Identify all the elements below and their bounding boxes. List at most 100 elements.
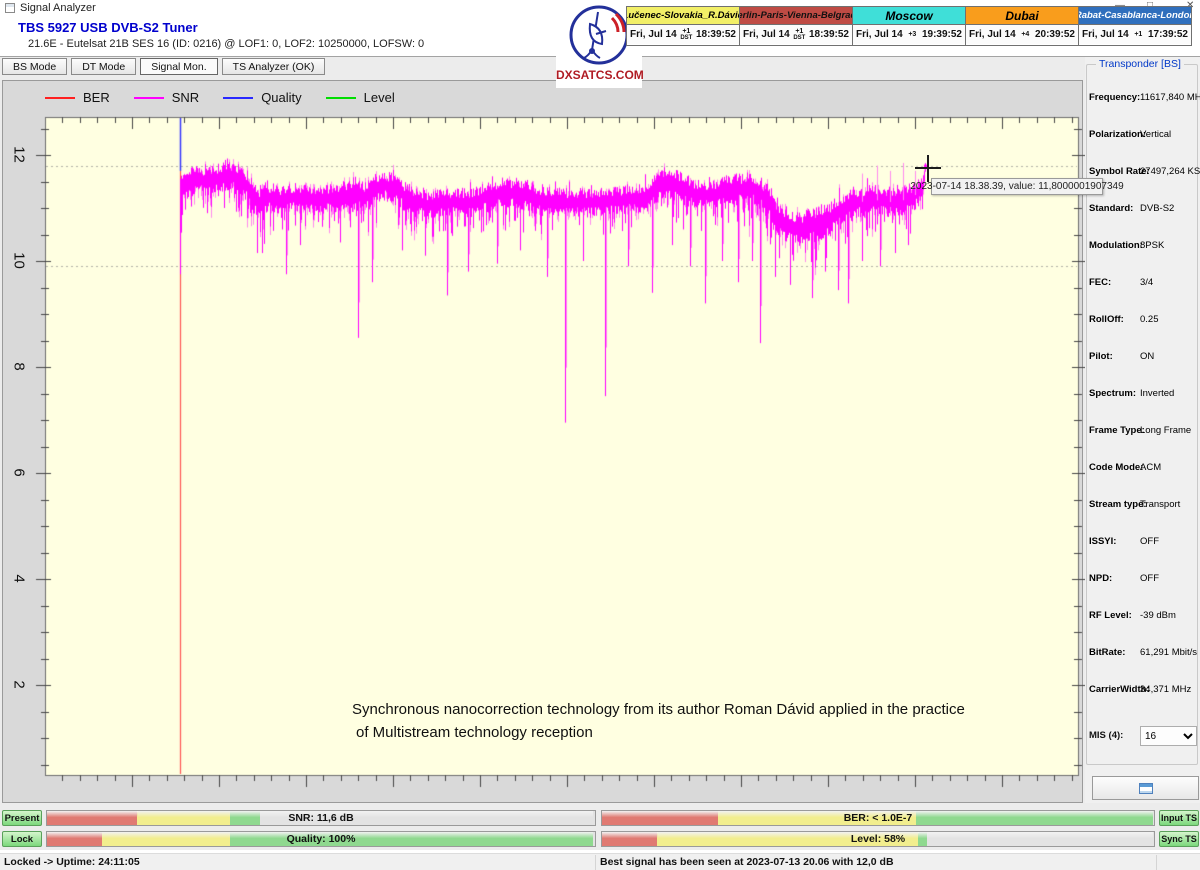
clock-city: Rabat-Casablanca-London — [1079, 7, 1191, 25]
legend-line-snr — [134, 97, 164, 99]
field-label: Modulation: — [1089, 240, 1143, 251]
device-subtitle: 21.6E - Eutelsat 21B SES 16 (ID: 0216) @… — [28, 38, 430, 50]
field-value: 8PSK — [1140, 240, 1164, 251]
clock-3: MoscowFri, Jul 14+319:39:52 — [852, 6, 966, 46]
legend-label: Level — [364, 90, 395, 105]
level-bar: Level: 58% — [601, 831, 1155, 847]
annotation-line-1: Synchronous nanocorrection technology fr… — [352, 698, 965, 721]
y-axis-label-8: 8 — [11, 356, 28, 378]
transponder-field-frame-type-: Frame Type:Long Frame — [1089, 425, 1193, 439]
clock-city: Lučenec-Slovakia_R.Dávid — [627, 7, 739, 25]
best-signal-status: Best signal has been seen at 2023-07-13 … — [600, 856, 894, 868]
y-axis-label-4: 4 — [11, 568, 28, 590]
present-button[interactable]: Present — [2, 810, 42, 826]
bar-value-text: Level: 58% — [602, 833, 1154, 845]
field-value: 34,371 MHz — [1140, 684, 1191, 695]
clock-offset: +3 — [903, 31, 922, 38]
field-value: -39 dBm — [1140, 610, 1176, 621]
legend-line-ber — [45, 97, 75, 99]
field-value: ACM — [1140, 462, 1161, 473]
uptime-status: Locked -> Uptime: 24:11:05 — [4, 856, 140, 868]
y-axis-label-2: 2 — [11, 674, 28, 696]
window-title: Signal Analyzer — [20, 2, 96, 14]
satellite-dish-icon — [568, 4, 630, 66]
sync-ts-button[interactable]: Sync TS — [1159, 831, 1199, 847]
clock-date: Fri, Jul 14 — [743, 29, 790, 40]
transponder-field-symbol-rate-: Symbol Rate:27497,264 KS/s — [1089, 166, 1193, 180]
transponder-field-frequency-: Frequency:11617,840 MHz — [1089, 92, 1193, 106]
snr-trend-chart[interactable] — [33, 105, 1085, 795]
field-value: OFF — [1140, 573, 1159, 584]
legend-item-ber: BER — [45, 90, 110, 105]
field-value: 61,291 Mbit/s — [1140, 647, 1197, 658]
legend-label: BER — [83, 90, 110, 105]
clock-city: Dubai — [966, 7, 1078, 25]
window-layout-icon — [1139, 783, 1153, 794]
clock-date: Fri, Jul 14 — [1082, 29, 1129, 40]
field-value: 3/4 — [1140, 277, 1153, 288]
clock-5: Rabat-Casablanca-LondonFri, Jul 14+117:3… — [1078, 6, 1192, 46]
field-label: BitRate: — [1089, 647, 1125, 658]
bar-value-text: BER: < 1.0E-7 — [602, 812, 1154, 824]
tab-ts-analyzer-ok-[interactable]: TS Analyzer (OK) — [222, 58, 326, 75]
clock-offset: +1DST — [790, 28, 809, 41]
bar-value-text: Quality: 100% — [47, 833, 595, 845]
transponder-field-code-mode-: Code Mode:ACM — [1089, 462, 1193, 476]
clock-offset: +1DST — [677, 28, 696, 41]
lock-button[interactable]: Lock — [2, 831, 42, 847]
field-label: Frame Type: — [1089, 425, 1145, 436]
signal-analyzer-window: Signal Analyzer — □ ✕ TBS 5927 USB DVB-S… — [0, 0, 1200, 870]
field-label: Standard: — [1089, 203, 1133, 214]
chart-annotation: Synchronous nanocorrection technology fr… — [352, 698, 965, 745]
panel-toggle-button[interactable] — [1092, 776, 1199, 800]
tab-dt-mode[interactable]: DT Mode — [71, 58, 136, 75]
field-value: Transport — [1140, 499, 1180, 510]
app-icon — [5, 3, 15, 13]
clock-1: Lučenec-Slovakia_R.DávidFri, Jul 14+1DST… — [626, 6, 740, 46]
mis-label: MIS (4): — [1089, 730, 1123, 741]
field-value: DVB-S2 — [1140, 203, 1174, 214]
clock-2: Berlin-Paris-Vienna-Belgrade Fri, Jul 14+… — [739, 6, 853, 46]
legend-line-quality — [223, 97, 253, 99]
quality-bar: Quality: 100% — [46, 831, 596, 847]
legend-item-quality: Quality — [223, 90, 301, 105]
clock-city: Berlin-Paris-Vienna-Belgrade — [740, 7, 852, 25]
snr-bar: SNR: 11,6 dB — [46, 810, 596, 826]
tab-bs-mode[interactable]: BS Mode — [2, 58, 67, 75]
transponder-field-rolloff-: RollOff:0.25 — [1089, 314, 1193, 328]
clock-time: 17:39:52 — [1148, 29, 1188, 40]
clock-date: Fri, Jul 14 — [856, 29, 903, 40]
mode-tabs: BS ModeDT ModeSignal Mon. TS Analyzer (OK… — [2, 58, 325, 75]
field-label: RF Level: — [1089, 610, 1132, 621]
transponder-field-modulation-: Modulation:8PSK — [1089, 240, 1193, 254]
transponder-field-carrierwidth-: CarrierWidth:34,371 MHz — [1089, 684, 1193, 698]
transponder-field-spectrum-: Spectrum:Inverted — [1089, 388, 1193, 402]
chart-legend: BER SNR Quality Level — [45, 90, 419, 105]
clock-4: DubaiFri, Jul 14+420:39:52 — [965, 6, 1079, 46]
tab-signal-mon-[interactable]: Signal Mon. — [140, 58, 217, 75]
legend-label: SNR — [172, 90, 199, 105]
clock-time: 19:39:52 — [922, 29, 962, 40]
transponder-field-issyi-: ISSYI:OFF — [1089, 536, 1193, 550]
transponder-field-pilot-: Pilot:ON — [1089, 351, 1193, 365]
clock-time: 20:39:52 — [1035, 29, 1075, 40]
mis-select[interactable]: 16 — [1140, 726, 1197, 746]
transponder-field-polarization-: Polarization:Vertical — [1089, 129, 1193, 143]
status-divider — [595, 855, 596, 870]
transponder-field-standard-: Standard: DVB-S2 — [1089, 203, 1193, 217]
transponder-field-npd-: NPD:OFF — [1089, 573, 1193, 587]
field-value: Vertical — [1140, 129, 1171, 140]
bar-value-text: SNR: 11,6 dB — [47, 812, 595, 824]
legend-item-level: Level — [326, 90, 395, 105]
input-ts-button[interactable]: Input TS — [1159, 810, 1199, 826]
world-clocks: Lučenec-Slovakia_R.DávidFri, Jul 14+1DST… — [627, 6, 1192, 46]
transponder-field-stream-type-: Stream type:Transport — [1089, 499, 1193, 513]
transponder-title: Transponder [BS] — [1096, 58, 1184, 70]
value-tooltip: 2023-07-14 18.38.39, value: 11,800000190… — [931, 178, 1103, 195]
annotation-line-2: of Multistream technology reception — [352, 721, 965, 744]
y-axis-label-12: 12 — [11, 144, 28, 166]
legend-item-snr: SNR — [134, 90, 199, 105]
field-label: Code Mode: — [1089, 462, 1143, 473]
field-value: Long Frame — [1140, 425, 1191, 436]
field-label: FEC: — [1089, 277, 1111, 288]
